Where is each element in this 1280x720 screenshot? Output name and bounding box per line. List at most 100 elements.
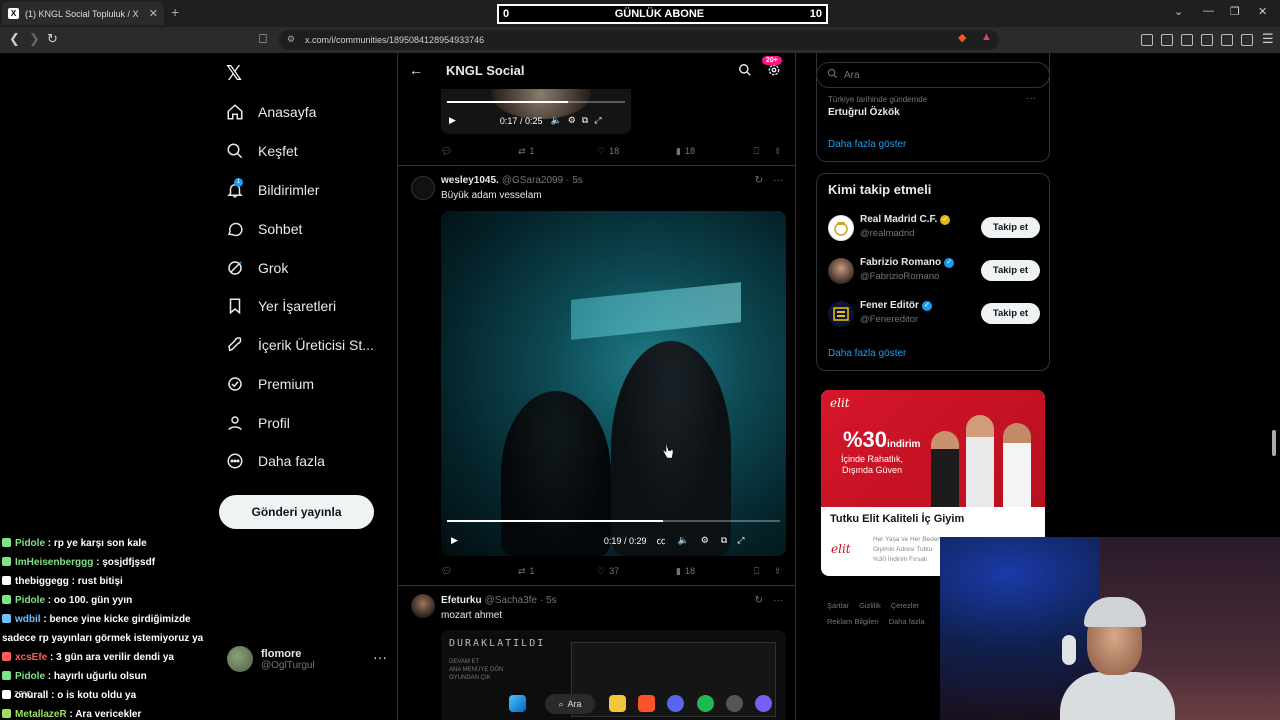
- sidebar-item-home[interactable]: Anasayfa: [226, 97, 316, 127]
- share-icon[interactable]: ⇪: [774, 146, 782, 157]
- sidebar-item-profile[interactable]: Profil: [226, 408, 290, 438]
- volume-icon[interactable]: 🔈: [677, 535, 688, 546]
- follow-button[interactable]: Takip et: [981, 217, 1040, 238]
- bookmark-icon[interactable]: ⎕: [754, 566, 759, 577]
- sidebar-item-chat[interactable]: Sohbet: [226, 214, 302, 244]
- back-icon[interactable]: ❮: [9, 31, 20, 47]
- reply-icon[interactable]: 💬︎: [441, 146, 452, 157]
- play-icon[interactable]: ▶: [449, 115, 456, 126]
- bookmark-page-icon[interactable]: ⎕: [259, 31, 267, 47]
- more-icon[interactable]: ···: [773, 595, 783, 606]
- back-arrow-icon[interactable]: ←: [409, 62, 423, 78]
- wallet-icon[interactable]: [1201, 34, 1213, 46]
- sidebar-item-grok[interactable]: Grok: [226, 253, 288, 283]
- sidebar-item-explore[interactable]: Keşfet: [226, 136, 298, 166]
- sidebar-item-more[interactable]: Daha fazla: [226, 446, 325, 476]
- extensions-icon[interactable]: [1141, 34, 1153, 46]
- fullscreen-icon[interactable]: ⤢: [594, 115, 601, 126]
- footer-link[interactable]: Şartlar: [827, 601, 849, 610]
- forward-icon[interactable]: ❯: [29, 31, 40, 47]
- repost-button[interactable]: ⇄ 1: [518, 146, 535, 157]
- tab-list-icon[interactable]: ⌄: [1174, 5, 1183, 18]
- more-icon[interactable]: ···: [373, 649, 387, 665]
- follow-suggestion[interactable]: Fabrizio Romano ✓ @FabrizioRomano Takip e…: [828, 256, 1040, 286]
- account-switcher[interactable]: flomore @OglTurgul ···: [227, 643, 387, 675]
- x-logo-icon[interactable]: 𝕏: [226, 61, 242, 86]
- settings-icon[interactable]: [767, 63, 781, 82]
- like-button[interactable]: ♡ 37: [597, 566, 619, 577]
- video-player[interactable]: ▶ 0:17 / 0:25 🔈 ⚙ ⧉ ⤢: [441, 89, 631, 134]
- pip-icon[interactable]: ⧉: [582, 115, 588, 126]
- views-button[interactable]: ▮ 18: [676, 146, 695, 157]
- footer-link[interactable]: Gizlilik: [859, 601, 881, 610]
- video-progress[interactable]: [447, 101, 625, 103]
- media-icon[interactable]: [1161, 34, 1173, 46]
- menu-icon[interactable]: ☰: [1262, 31, 1274, 47]
- bookmark-icon[interactable]: ⎕: [754, 146, 759, 157]
- sidebar-item-notifications[interactable]: 1 Bildirimler: [226, 175, 319, 205]
- follow-button[interactable]: Takip et: [981, 260, 1040, 281]
- new-tab-icon[interactable]: +: [171, 4, 179, 20]
- like-button[interactable]: ♡ 18: [597, 146, 619, 157]
- reload-icon[interactable]: ↻: [47, 31, 58, 47]
- scrollbar[interactable]: [1272, 430, 1276, 456]
- post-handle[interactable]: @Sacha3fe: [485, 595, 537, 606]
- settings-icon[interactable]: ⚙: [568, 115, 576, 126]
- community-icon[interactable]: ↻: [755, 595, 763, 606]
- settings-icon[interactable]: ⚙: [701, 535, 709, 546]
- community-icon[interactable]: ↻: [755, 175, 763, 186]
- spotify-icon[interactable]: [697, 695, 714, 712]
- sidebar-toggle-icon[interactable]: [1181, 34, 1193, 46]
- site-info-icon[interactable]: ⚙: [287, 34, 295, 45]
- footer-link[interactable]: Çerezler: [891, 601, 919, 610]
- taskbar-search[interactable]: ⌕ Ara: [545, 694, 595, 714]
- close-tab-icon[interactable]: ✕: [149, 7, 158, 20]
- share-icon[interactable]: ⇪: [774, 566, 782, 577]
- captions-icon[interactable]: ㏄: [656, 534, 665, 547]
- views-button[interactable]: ▮ 18: [676, 566, 695, 577]
- more-icon[interactable]: ···: [773, 175, 783, 186]
- steam-icon[interactable]: [726, 695, 743, 712]
- url-field[interactable]: ⚙ x.com/i/communities/189508412895493374…: [279, 30, 999, 50]
- ad-title[interactable]: Tutku Elit Kaliteli İç Giyim: [830, 513, 964, 525]
- file-explorer-icon[interactable]: [609, 695, 626, 712]
- brave-rewards-icon[interactable]: ▲: [981, 31, 992, 43]
- show-more-link[interactable]: Daha fazla göster: [828, 139, 906, 150]
- volume-icon[interactable]: 🔈: [550, 115, 561, 126]
- follow-suggestion[interactable]: Real Madrid C.F. ✓ @realmadrid Takip et: [828, 213, 1040, 243]
- minimize-icon[interactable]: —: [1203, 5, 1214, 17]
- play-icon[interactable]: ▶: [451, 535, 458, 546]
- follow-suggestion[interactable]: Fener Editör ✓ @Fenereditor Takip et: [828, 299, 1040, 329]
- post-handle[interactable]: @GSara2099: [502, 175, 563, 186]
- brave-shield-icon[interactable]: ◆: [958, 31, 966, 44]
- leo-icon[interactable]: [1221, 34, 1233, 46]
- maximize-icon[interactable]: ❐: [1230, 5, 1240, 18]
- avatar[interactable]: [411, 594, 435, 618]
- fullscreen-icon[interactable]: ⤢: [737, 535, 744, 546]
- browser-tab[interactable]: X (1) KNGL Social Topluluk / X ✕: [2, 2, 164, 25]
- post-author[interactable]: wesley1045.: [441, 175, 499, 186]
- pip-icon[interactable]: ⧉: [721, 535, 727, 546]
- sidebar-item-creator-studio[interactable]: İçerik Üreticisi St...: [226, 330, 374, 360]
- close-window-icon[interactable]: ✕: [1258, 5, 1267, 18]
- footer-link[interactable]: Reklam Bilgileri: [827, 617, 879, 626]
- post-time[interactable]: · 5s: [566, 175, 583, 186]
- reply-icon[interactable]: 💬︎: [441, 566, 452, 577]
- vpn-icon[interactable]: [1241, 34, 1253, 46]
- avatar[interactable]: [411, 176, 435, 200]
- video-progress[interactable]: [447, 520, 780, 522]
- sidebar-item-premium[interactable]: Premium: [226, 369, 314, 399]
- trend-name[interactable]: Ertuğrul Özkök: [828, 107, 900, 118]
- post-button[interactable]: Gönderi yayınla: [219, 495, 374, 529]
- obs-icon[interactable]: [755, 695, 772, 712]
- brave-icon[interactable]: [638, 695, 655, 712]
- repost-button[interactable]: ⇄ 1: [518, 566, 535, 577]
- video-player[interactable]: ▶ 0:19 / 0:29 ㏄ 🔈 ⚙ ⧉ ⤢: [441, 211, 786, 556]
- post-time[interactable]: · 5s: [540, 595, 557, 606]
- sidebar-item-bookmarks[interactable]: Yer İşaretleri: [226, 291, 336, 321]
- more-icon[interactable]: ···: [1026, 93, 1036, 104]
- show-more-link[interactable]: Daha fazla göster: [828, 348, 906, 359]
- discord-icon[interactable]: [667, 695, 684, 712]
- footer-link[interactable]: Daha fazla: [889, 617, 925, 626]
- search-icon[interactable]: [738, 63, 752, 82]
